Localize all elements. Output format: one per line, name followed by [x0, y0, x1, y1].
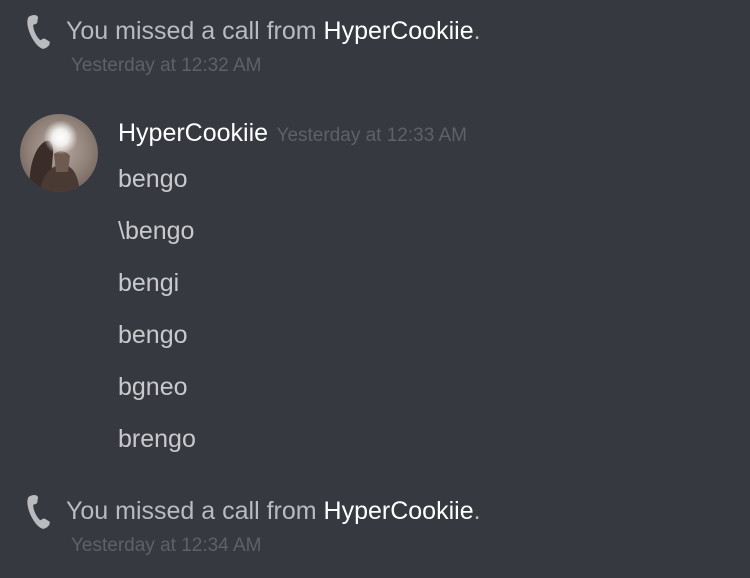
missed-call-suffix: . [473, 17, 481, 45]
message-text: \bengo [118, 217, 195, 245]
message-header: HyperCookiie Yesterday at 12:33 AM [118, 116, 467, 154]
username[interactable]: HyperCookiie [118, 119, 268, 147]
message-group: HyperCookiie Yesterday at 12:33 AM bengo… [0, 110, 750, 470]
phone-icon [27, 15, 50, 49]
avatar-image [20, 114, 98, 192]
message-text: bengo [118, 321, 188, 349]
missed-call-prefix: You missed a call from [66, 17, 324, 45]
message-text: brengo [118, 425, 196, 453]
missed-call-message: You missed a call from HyperCookiie. Yes… [0, 484, 750, 556]
missed-call-text: You missed a call from HyperCookiie. [66, 494, 481, 528]
message-text: bengi [118, 269, 180, 297]
caller-name-link[interactable]: HyperCookiie [324, 17, 474, 45]
message-text: bgneo [118, 373, 188, 401]
avatar[interactable] [20, 114, 98, 192]
missed-call-prefix: You missed a call from [66, 497, 324, 525]
missed-call-timestamp: Yesterday at 12:32 AM [71, 55, 262, 76]
missed-call-text: You missed a call from HyperCookiie. [66, 14, 481, 48]
message-list: bengo \bengo bengi bengo bgneo brengo [118, 162, 196, 474]
message-timestamp: Yesterday at 12:33 AM [276, 125, 467, 146]
message-text: bengo [118, 165, 188, 193]
phone-icon [27, 495, 50, 529]
missed-call-message: You missed a call from HyperCookiie. Yes… [0, 4, 750, 76]
missed-call-timestamp: Yesterday at 12:34 AM [71, 535, 262, 556]
missed-call-suffix: . [473, 497, 481, 525]
chat-messages-area: You missed a call from HyperCookiie. Yes… [0, 0, 750, 578]
caller-name-link[interactable]: HyperCookiie [324, 497, 474, 525]
